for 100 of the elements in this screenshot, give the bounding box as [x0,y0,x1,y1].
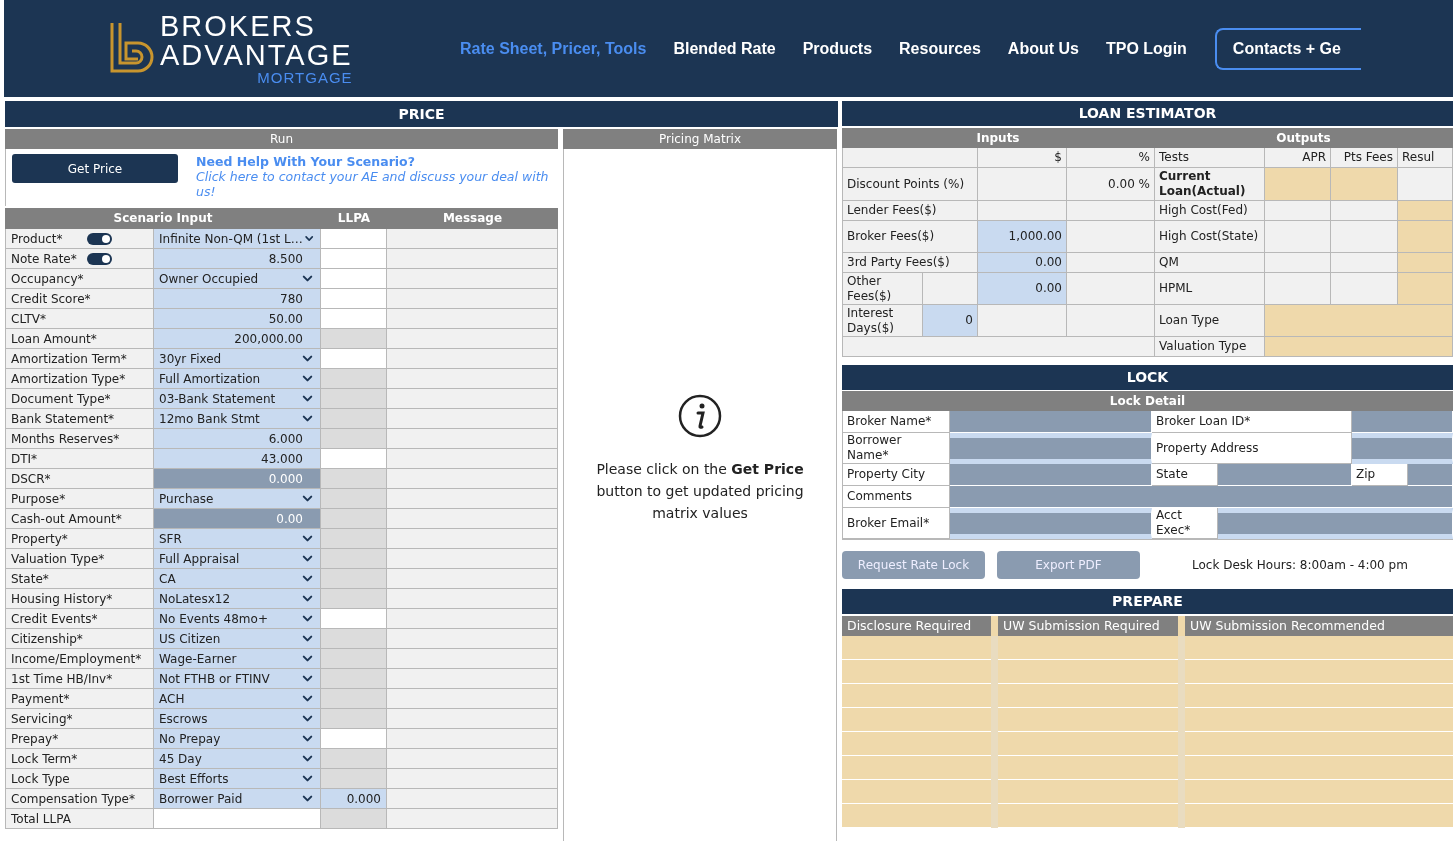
nav-link[interactable]: About Us [1007,39,1079,58]
select-field[interactable]: US Citizen [154,629,321,649]
select-field[interactable]: 45 Day [154,749,321,769]
lock-label: Property Address [1152,433,1352,464]
field-label-text: Lock Term* [11,751,79,766]
field-label-text: Cash-out Amount* [11,511,123,526]
field-label-text: Credit Events* [11,611,99,626]
input-field[interactable]: 43.000 [154,449,321,469]
field-label-text: Occupancy* [11,271,85,286]
test-label: High Cost(Fed) [1155,201,1265,221]
nav-link[interactable]: Rate Sheet, Pricer, Tools [460,39,647,58]
fee-input[interactable]: 0 [923,305,978,337]
section-subtitle: Inputs [842,128,1154,148]
select-field[interactable]: ACH [154,689,321,709]
column-header: UW Submission Required [998,616,1178,636]
table-cell: 0.00 % [1067,168,1155,201]
input-field[interactable]: 6.000 [154,429,321,449]
select-field[interactable]: Escrows [154,709,321,729]
select-field[interactable]: Borrower Paid [154,789,321,809]
fee-label: Discount Points (%) [843,168,978,201]
lock-field[interactable] [950,508,1152,539]
fee-label: Interest Days($) [843,305,923,337]
lock-desk-hours: Lock Desk Hours: 8:00am - 4:00 pm [1192,558,1408,572]
field-label-text: Total LLPA [11,811,72,826]
lock-label: Zip [1352,464,1408,486]
test-label: Valuation Type [1155,337,1265,357]
section-title: PRICE [5,101,838,127]
column-header: Message [441,210,504,227]
column-header: Pts Fees [1331,148,1398,168]
field-label-text: Amortization Type* [11,371,127,386]
llpa-field[interactable]: 0.000 [321,789,387,809]
fee-input[interactable]: 0.00 [978,253,1067,273]
select-field[interactable]: 03-Bank Statement [154,389,321,409]
field-label-text: Months Reserves* [11,431,121,446]
lock-label: Acct Exec* [1152,508,1218,539]
field-label-text: Note Rate* [11,251,78,266]
lock-label: Broker Email* [842,508,950,539]
input-field[interactable]: 780 [154,289,321,309]
test-label: Current Loan(Actual) [1155,168,1265,201]
nav-link[interactable]: Blended Rate [673,39,776,58]
column-header: UW Submission Recommended [1185,616,1453,636]
nav-link[interactable]: Resources [899,39,981,58]
column-header: LLPA [336,210,372,227]
contacts-button[interactable]: Contacts + Ge [1214,27,1361,70]
toggle-switch[interactable] [87,252,112,265]
lock-label: Borrower Name* [842,433,950,464]
lock-label: State [1152,464,1218,486]
field-label-text: Compensation Type* [11,791,136,806]
input-field[interactable]: 200,000.00 [154,329,321,349]
get-price-button[interactable]: Get Price [12,154,178,183]
select-field[interactable]: No Events 48mo+ [154,609,321,629]
field-label-text: Servicing* [11,711,74,726]
select-field[interactable]: Owner Occupied [154,269,321,289]
field-label-text: State* [11,571,50,586]
field-label-text: Lock Type [11,771,71,786]
select-field[interactable]: Not FTHB or FTINV [154,669,321,689]
select-field[interactable]: No Prepay [154,729,321,749]
input-field[interactable]: 8.500 [154,249,321,269]
select-field[interactable]: SFR [154,529,321,549]
select-field[interactable]: Full Amortization [154,369,321,389]
column-header: % [1067,148,1155,168]
select-field[interactable]: NoLatesx12 [154,589,321,609]
select-field[interactable]: Wage-Earner [154,649,321,669]
select-field[interactable]: 30yr Fixed [154,349,321,369]
info-icon [678,394,722,438]
select-field[interactable]: Purchase [154,489,321,509]
column-header: Resul [1398,148,1453,168]
select-field[interactable]: Infinite Non-QM (1st L… [154,229,321,249]
section-subtitle: Lock Detail [842,391,1453,411]
section-title: PREPARE [842,589,1453,614]
field-label-text: Payment* [11,691,71,706]
select-field[interactable]: 12mo Bank Stmt [154,409,321,429]
lock-label: Broker Loan ID* [1152,411,1352,433]
lock-field[interactable] [950,433,1152,464]
select-field[interactable]: Full Appraisal [154,549,321,569]
test-label: Loan Type [1155,305,1265,337]
field-label-text: DSCR* [11,471,52,486]
field-label-text: Credit Score* [11,291,92,306]
fee-input[interactable]: 0.00 [978,273,1067,305]
lock-field[interactable] [1352,433,1453,464]
field-label-text: Amortization Term* [11,351,128,366]
nav-link[interactable]: TPO Login [1105,39,1187,58]
nav-link[interactable]: Products [802,39,873,58]
input-field[interactable]: 50.00 [154,309,321,329]
field-label-text: Prepay* [11,731,60,746]
select-field[interactable]: CA [154,569,321,589]
fee-input[interactable]: 1,000.00 [978,221,1067,253]
logo-wordmark: BROKERS [160,12,317,41]
lock-label: Broker Name* [842,411,950,433]
toggle-switch[interactable] [87,232,112,245]
field-label-text: Housing History* [11,591,114,606]
select-field[interactable]: Best Efforts [154,769,321,789]
test-label: QM [1155,253,1265,273]
column-header: Scenario Input [112,210,214,227]
field-label-text: Income/Employment* [11,651,143,666]
section-subtitle: Pricing Matrix [563,129,837,149]
fee-label: 3rd Party Fees($) [843,253,978,273]
section-title: LOAN ESTIMATOR [842,101,1453,126]
lock-field[interactable] [1218,508,1453,539]
field-label-text: Purpose* [11,491,67,506]
